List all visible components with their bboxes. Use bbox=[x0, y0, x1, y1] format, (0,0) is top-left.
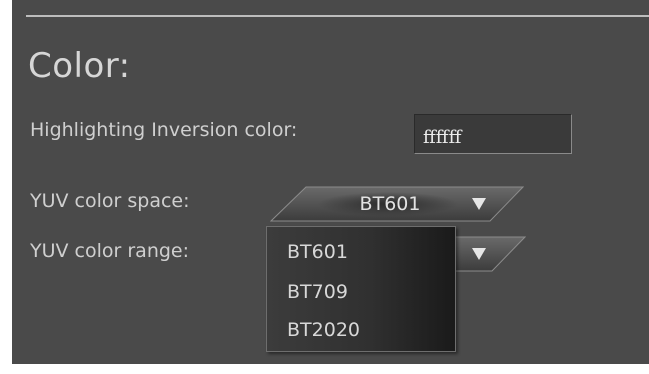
section-title: Color: bbox=[28, 46, 131, 86]
color-settings-panel: Color: Highlighting Inversion color: fff… bbox=[12, 0, 649, 364]
yuv-color-space-dropdown: BT601 BT709 BT2020 bbox=[266, 226, 456, 352]
dropdown-option-bt709[interactable]: BT709 bbox=[287, 281, 348, 303]
triangle-down-icon bbox=[472, 248, 486, 260]
highlighting-color-label: Highlighting Inversion color: bbox=[30, 119, 298, 141]
separator-line bbox=[26, 15, 649, 17]
yuv-color-space-label: YUV color space: bbox=[30, 190, 190, 212]
yuv-color-range-label: YUV color range: bbox=[30, 240, 190, 262]
yuv-color-space-select[interactable]: BT601 bbox=[270, 186, 524, 222]
highlighting-color-input[interactable]: ffffff bbox=[414, 114, 572, 154]
dropdown-option-bt601[interactable]: BT601 bbox=[287, 241, 348, 263]
yuv-color-space-value: BT601 bbox=[359, 193, 421, 215]
dropdown-option-bt2020[interactable]: BT2020 bbox=[287, 319, 360, 341]
triangle-down-icon bbox=[472, 198, 486, 210]
